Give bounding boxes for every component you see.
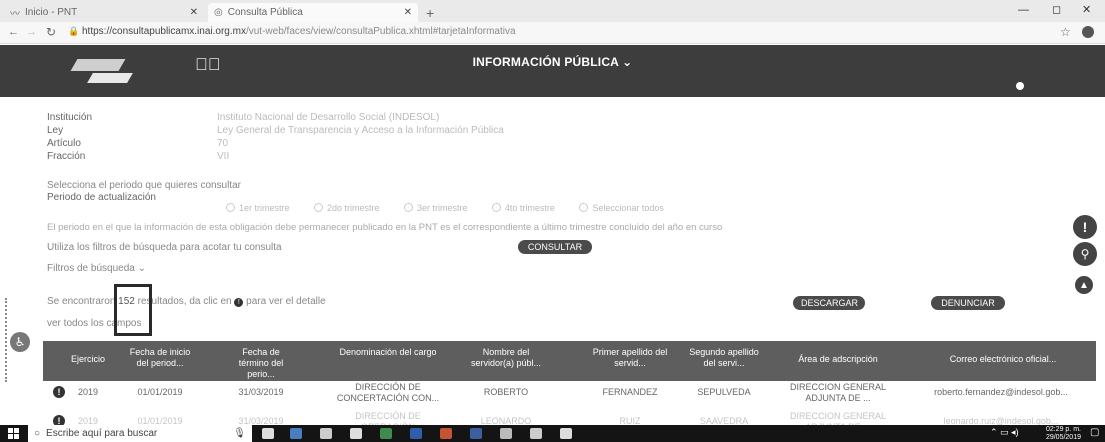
excel-app-icon[interactable]	[380, 428, 392, 439]
radio-4to-trimestre[interactable]: 4to trimestre	[491, 203, 555, 213]
period-prompt: Selecciona el periodo que quieres consul…	[47, 180, 242, 191]
tab-title: Consulta Pública	[227, 7, 303, 18]
tray-icons[interactable]: ⌃ ▭ ◂)	[990, 427, 1019, 438]
ley-label: Ley	[47, 125, 64, 136]
edge-app-icon[interactable]	[530, 428, 542, 439]
clock-time: 02:29 p. m.	[1045, 426, 1081, 433]
cell-fecha-termino: 31/03/2019	[238, 387, 284, 397]
store-app-icon[interactable]	[320, 428, 332, 439]
institucion-label: Institución	[47, 112, 93, 123]
site-header: ⇥⃞ INFORMACIÓN PÚBLICA ⌄	[0, 45, 1105, 97]
chrome-app-icon[interactable]	[560, 428, 572, 439]
articulo-value: 70	[217, 138, 229, 149]
consultar-button[interactable]: CONSULTAR	[518, 240, 592, 254]
col-segundo-apellido[interactable]: Segundo apellido del servi...	[684, 347, 764, 369]
period-options: 1er trimestre 2do trimestre 3er trimestr…	[226, 199, 684, 217]
powerpoint-app-icon[interactable]	[440, 428, 452, 439]
reload-icon[interactable]: ↻	[46, 25, 56, 39]
task-view-icon[interactable]	[262, 428, 274, 439]
col-primer-apellido[interactable]: Primer apellido del servid...	[590, 347, 670, 369]
wrench-help-icon[interactable]: ⚲	[1073, 242, 1097, 266]
bookmark-star-icon[interactable]: ☆	[1060, 25, 1071, 39]
word-app-icon[interactable]	[410, 428, 422, 439]
notifications-icon[interactable]: ▢	[1090, 427, 1099, 438]
col-correo[interactable]: Correo electrónico oficial...	[923, 354, 1083, 365]
cell-correo: roberto.fernandez@indesol.gob...	[934, 387, 1068, 397]
close-tab-icon[interactable]: ✕	[190, 7, 198, 18]
tab-consulta-publica[interactable]: ◎ Consulta Pública ✕	[208, 3, 418, 22]
radio-seleccionar-todos[interactable]: Seleccionar todos	[579, 203, 664, 213]
denunciar-button[interactable]: DENUNCIAR	[931, 296, 1005, 310]
windows-taskbar: ○ Escribe aquí para buscar 🎙 ⌃ ▭ ◂) 02:2…	[0, 425, 1105, 442]
col-fecha-inicio[interactable]: Fecha de inicio del period...	[125, 347, 195, 369]
cell-nombre: ROBERTO	[483, 387, 529, 397]
search-circle-icon: ○	[34, 428, 41, 439]
taskbar-clock[interactable]: 02:29 p. m. 29/05/2019	[1046, 426, 1081, 442]
maximize-icon[interactable]: ◻	[1052, 3, 1061, 16]
fraccion-value: VII	[217, 151, 230, 162]
forward-arrow-icon[interactable]: →	[26, 26, 37, 38]
back-arrow-icon[interactable]: ←	[8, 26, 19, 38]
filters-toggle[interactable]: Filtros de búsqueda ⌄	[47, 263, 146, 274]
page-title[interactable]: INFORMACIÓN PÚBLICA ⌄	[0, 55, 1105, 69]
radio-1er-trimestre[interactable]: 1er trimestre	[226, 203, 290, 213]
cell-segundo-apellido: SEPULVEDA	[697, 387, 751, 397]
scroll-up-icon[interactable]: ▲	[1075, 276, 1093, 294]
skype-app-icon[interactable]	[500, 428, 512, 439]
microphone-icon[interactable]: 🎙	[233, 428, 246, 439]
radio-2do-trimestre[interactable]: 2do trimestre	[313, 203, 380, 213]
mail-app-icon[interactable]	[350, 428, 362, 439]
results-prefix: Se encontraron	[47, 296, 116, 307]
search-hint: Utiliza los filtros de búsqueda para aco…	[47, 242, 282, 253]
institucion-value: Instituto Nacional de Desarrollo Social …	[217, 112, 440, 123]
descargar-button[interactable]: DESCARGAR	[793, 296, 865, 310]
results-table-header: Ejercicio Fecha de inicio del period... …	[43, 341, 1096, 381]
ley-value: Ley General de Transparencia y Acceso a …	[217, 125, 504, 136]
url-path: /vut-web/faces/view/consultaPublica.xhtm…	[245, 26, 516, 37]
fraccion-label: Fracción	[47, 151, 86, 162]
results-suffix2: para ver el detalle	[246, 296, 326, 307]
col-ejercicio[interactable]: Ejercicio	[63, 354, 113, 365]
pnt-favicon-icon: 〰	[10, 9, 20, 20]
highlight-box	[114, 284, 152, 336]
minimize-icon[interactable]: —	[1018, 4, 1029, 16]
cell-area: DIRECCION GENERAL ADJUNTA DE ...	[789, 382, 887, 403]
close-window-icon[interactable]: ✕	[1082, 3, 1091, 16]
profile-avatar[interactable]	[1082, 26, 1094, 38]
url-host: https://consultapublicamx.inai.org.mx	[82, 26, 246, 37]
globe-icon: ◎	[214, 7, 223, 18]
articulo-label: Artículo	[47, 138, 81, 149]
onenote-app-icon[interactable]	[470, 428, 482, 439]
address-bar: ← → ↻ 🔒 https://consultapublicamx.inai.o…	[0, 22, 1105, 44]
close-tab-icon[interactable]: ✕	[404, 7, 412, 18]
tab-inicio[interactable]: 〰 Inicio - PNT ✕	[4, 3, 204, 22]
explorer-app-icon[interactable]	[290, 428, 302, 439]
taskbar-search-input[interactable]: ○ Escribe aquí para buscar 🎙	[28, 425, 252, 442]
clock-date: 29/05/2019	[1045, 434, 1081, 441]
col-fecha-termino[interactable]: Fecha de término del perio...	[226, 347, 296, 380]
new-tab-button[interactable]: +	[420, 3, 440, 22]
table-row[interactable]: ! 2019 01/01/2019 31/03/2019 DIRECCIÓN D…	[43, 382, 1096, 410]
url-field[interactable]: https://consultapublicamx.inai.org.mx/vu…	[82, 26, 516, 37]
alert-icon[interactable]: !	[1073, 215, 1097, 239]
windows-start-icon[interactable]	[8, 428, 19, 439]
col-area[interactable]: Área de adscripción	[788, 354, 888, 365]
cell-fecha-inicio: 01/01/2019	[137, 387, 183, 397]
col-denominacion[interactable]: Denominación del cargo	[333, 347, 443, 358]
user-menu-icon[interactable]	[1016, 82, 1024, 90]
period-note: El periodo en el que la información de e…	[47, 222, 723, 233]
browser-tab-bar: 〰 Inicio - PNT ✕ ◎ Consulta Pública ✕ + …	[0, 0, 1105, 22]
cell-denominacion: DIRECCIÓN DE CONCERTACIÓN CON...	[336, 382, 440, 403]
radio-3er-trimestre[interactable]: 3er trimestre	[403, 203, 467, 213]
info-icon: !	[234, 298, 244, 307]
cell-ejercicio: 2019	[77, 387, 99, 397]
taskbar-search-placeholder: Escribe aquí para buscar	[46, 428, 158, 439]
tab-title: Inicio - PNT	[25, 7, 78, 18]
lock-icon: 🔒	[68, 26, 80, 36]
cell-primer-apellido: FERNANDEZ	[602, 387, 658, 397]
col-nombre[interactable]: Nombre del servidor(a) públ...	[467, 347, 545, 369]
results-summary: Se encontraron 152 resultados, da clic e…	[47, 296, 326, 307]
accessibility-icon[interactable]: ♿	[10, 332, 30, 352]
period-label: Periodo de actualización	[47, 192, 156, 203]
